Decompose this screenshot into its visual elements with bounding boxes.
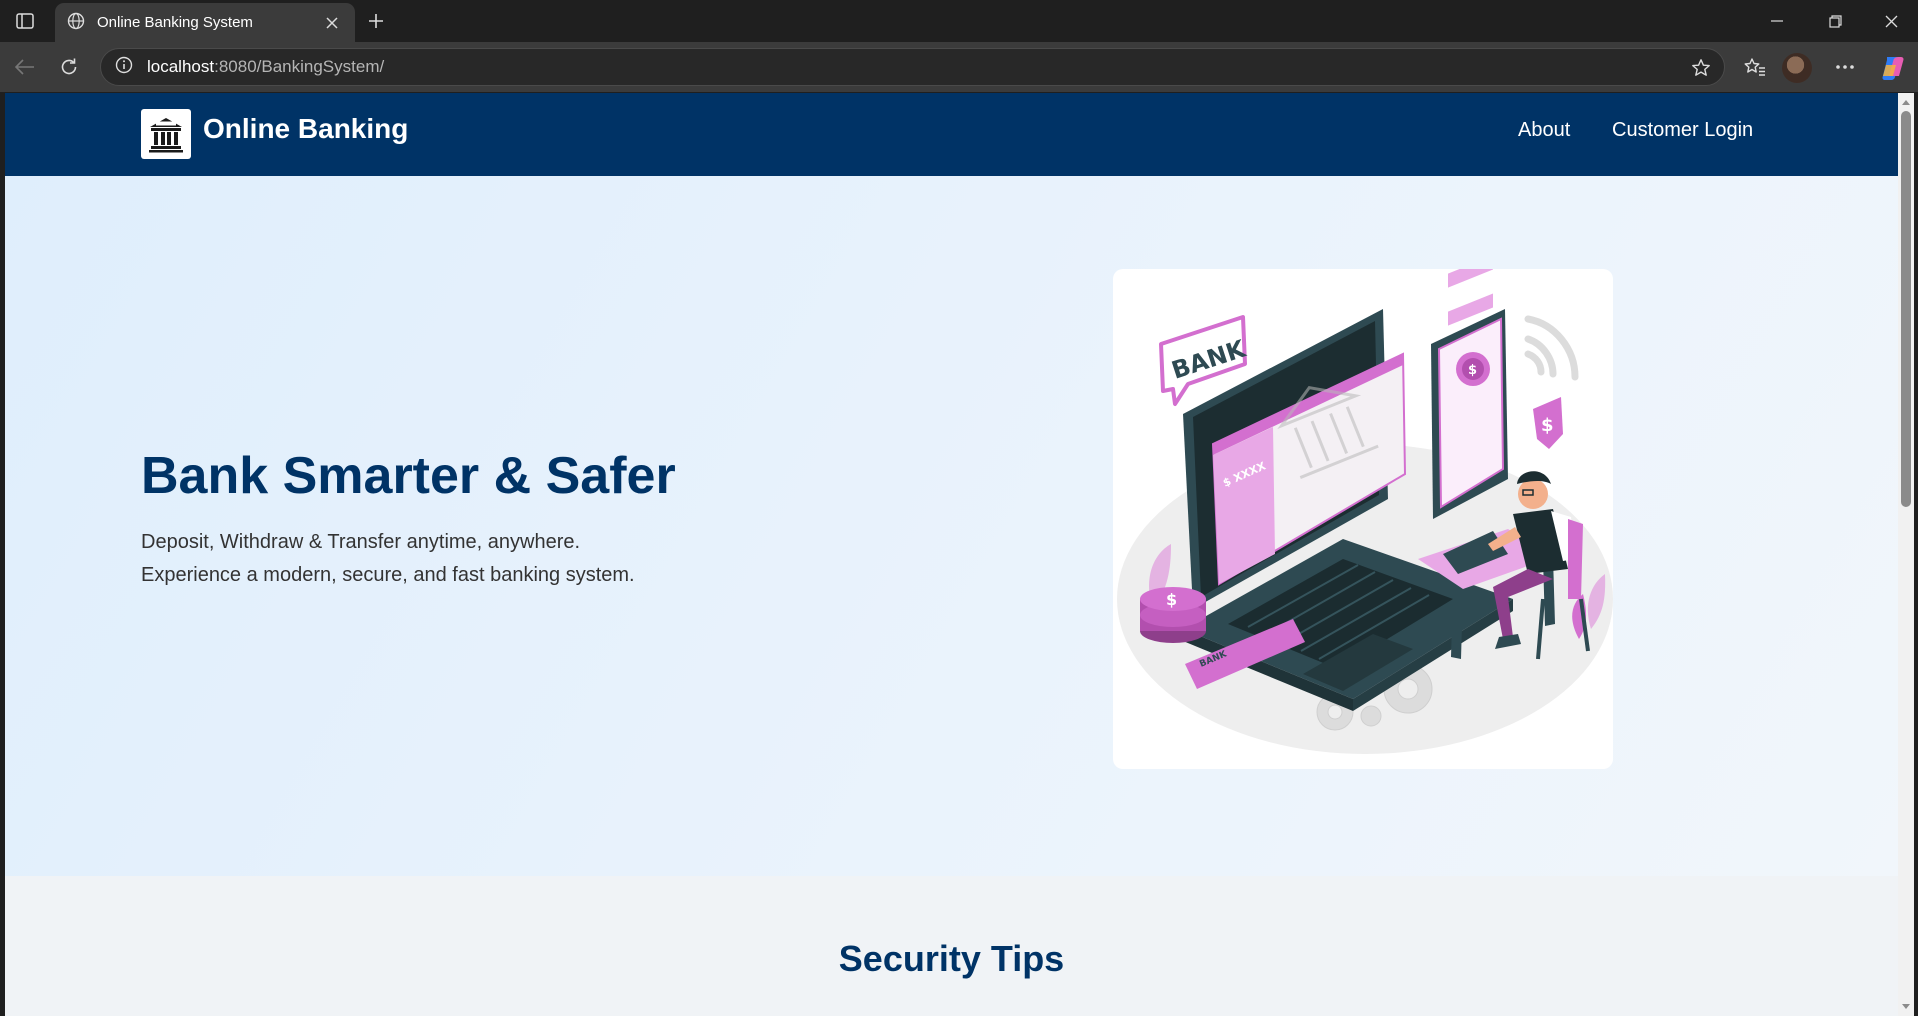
new-tab-icon[interactable] — [362, 8, 390, 34]
close-window-icon[interactable] — [1862, 0, 1918, 42]
scroll-down-icon — [1902, 1004, 1910, 1009]
bank-logo-icon[interactable] — [141, 109, 191, 159]
coin-stack-icon: $ — [1140, 587, 1206, 643]
tab-title: Online Banking System — [97, 14, 253, 31]
copilot-icon[interactable] — [1878, 53, 1908, 83]
security-tips-section: Security Tips — [5, 876, 1898, 1016]
browser-tab[interactable]: Online Banking System — [55, 3, 355, 42]
browser-toolbar: localhost:8080/BankingSystem/ — [0, 42, 1918, 92]
browser-titlebar: Online Banking System — [0, 0, 1918, 42]
url-text: localhost:8080/BankingSystem/ — [147, 57, 385, 76]
online-banking-illustration: $ XXXX $ $ BANK $ BANK — [1113, 269, 1613, 769]
hero-subtitle-line-1: Deposit, Withdraw & Transfer anytime, an… — [141, 531, 581, 553]
scrollbar-thumb[interactable] — [1901, 111, 1911, 507]
site-navbar: Online Banking About Customer Login — [5, 93, 1898, 176]
back-icon[interactable] — [8, 51, 42, 83]
address-bar[interactable]: localhost:8080/BankingSystem/ — [100, 48, 1725, 86]
favorite-star-icon[interactable] — [1688, 55, 1714, 81]
close-tab-icon[interactable] — [321, 12, 343, 34]
svg-text:$: $ — [1541, 415, 1554, 436]
hero-subtitle-line-2: Experience a modern, secure, and fast ba… — [141, 564, 635, 586]
svg-text:$: $ — [1468, 363, 1477, 378]
profile-avatar[interactable] — [1782, 53, 1812, 83]
scroll-up-icon — [1902, 100, 1910, 105]
nav-link-about[interactable]: About — [1518, 119, 1570, 142]
more-options-icon[interactable] — [1828, 51, 1862, 83]
site-brand[interactable]: Online Banking — [203, 113, 408, 145]
security-tips-title: Security Tips — [838, 938, 1065, 979]
hero-subtitle: Deposit, Withdraw & Transfer anytime, an… — [141, 526, 635, 592]
favorites-icon[interactable] — [1738, 51, 1772, 83]
tab-actions-icon[interactable] — [10, 8, 40, 34]
page-scrollbar[interactable] — [1898, 93, 1914, 1016]
hero-title: Bank Smarter & Safer — [141, 447, 676, 505]
svg-text:$: $ — [1166, 590, 1177, 609]
hero-section: Bank Smarter & Safer Deposit, Withdraw &… — [5, 176, 1898, 876]
reload-icon[interactable] — [52, 51, 86, 83]
page-viewport: Online Banking About Customer Login Bank… — [5, 93, 1898, 1016]
site-info-icon[interactable] — [115, 56, 133, 78]
minimize-icon[interactable] — [1748, 0, 1806, 42]
window-edge — [1914, 93, 1918, 1016]
globe-icon — [67, 12, 85, 34]
nav-link-customer-login[interactable]: Customer Login — [1612, 119, 1753, 142]
restore-icon[interactable] — [1806, 0, 1864, 42]
